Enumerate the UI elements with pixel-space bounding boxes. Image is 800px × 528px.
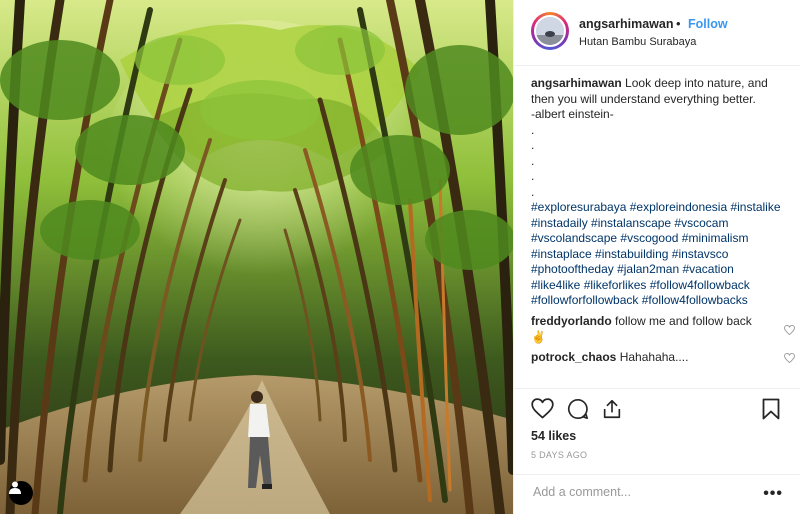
hashtag-line[interactable]: #like4like #likeforlikes #follow4followb… bbox=[531, 278, 793, 294]
hashtag-line[interactable]: #vscolandscape #vscogood #minimalism bbox=[531, 231, 793, 247]
hashtag-line[interactable]: #instadaily #instalanscape #vscocam bbox=[531, 216, 793, 232]
heart-icon[interactable] bbox=[531, 398, 554, 422]
likes-count[interactable]: 54 likes bbox=[531, 429, 576, 443]
comment-item: freddyorlando follow me and follow back … bbox=[531, 314, 795, 345]
follow-button[interactable]: Follow bbox=[688, 17, 728, 31]
caption-dot: . bbox=[531, 153, 535, 168]
victory-hand-emoji: ✌️ bbox=[531, 329, 546, 344]
caption-dot: . bbox=[531, 122, 535, 137]
share-icon[interactable] bbox=[601, 398, 623, 423]
caption-dot: . bbox=[531, 169, 535, 183]
location-link[interactable]: Hutan Bambu Surabaya bbox=[579, 36, 696, 48]
caption-line-2: then you will understand everything bett… bbox=[531, 91, 756, 106]
user-tag-icon[interactable] bbox=[9, 481, 33, 505]
caption-line-1: Look deep into nature, and bbox=[625, 76, 768, 90]
header-separator: • bbox=[676, 16, 681, 31]
comment-username[interactable]: freddyorlando bbox=[531, 314, 612, 328]
comment-text: follow me and follow back bbox=[615, 314, 752, 328]
instagram-post: angsarhimawan • Follow Hutan Bambu Surab… bbox=[0, 0, 800, 514]
hashtag-line[interactable]: #exploresurabaya #exploreindonesia #inst… bbox=[531, 200, 793, 216]
post-date[interactable]: 5 DAYS AGO bbox=[531, 450, 587, 460]
comments-area: angsarhimawan Look deep into nature, and… bbox=[531, 76, 795, 364]
hashtag-line[interactable]: #instaplace #instabuilding #instavsco bbox=[531, 247, 793, 263]
comment-text: Hahahaha.... bbox=[619, 350, 689, 364]
caption: angsarhimawan Look deep into nature, and… bbox=[531, 76, 793, 309]
caption-line-3: -albert einstein- bbox=[531, 107, 614, 121]
comment-item: potrock_chaos Hahahaha.... bbox=[531, 350, 795, 368]
header-username[interactable]: angsarhimawan bbox=[579, 17, 673, 31]
bamboo-forest-image bbox=[0, 0, 513, 514]
comment-icon[interactable] bbox=[567, 398, 589, 423]
caption-dot: . bbox=[531, 138, 535, 152]
bookmark-icon[interactable] bbox=[762, 398, 780, 423]
hashtag-line[interactable]: #photooftheday #jalan2man #vacation bbox=[531, 262, 793, 278]
post-header: angsarhimawan • Follow Hutan Bambu Surab… bbox=[514, 0, 800, 66]
more-options-button[interactable]: ••• bbox=[763, 485, 783, 503]
hashtag-line[interactable]: #followforfollowback #follow4followbacks bbox=[531, 293, 793, 309]
avatar[interactable] bbox=[531, 12, 569, 50]
caption-dot: . bbox=[531, 184, 535, 199]
comment-input[interactable] bbox=[531, 484, 745, 500]
caption-username[interactable]: angsarhimawan bbox=[531, 76, 622, 90]
add-comment-bar: ••• bbox=[514, 474, 800, 514]
post-side-panel: angsarhimawan • Follow Hutan Bambu Surab… bbox=[513, 0, 800, 514]
hashtags: #exploresurabaya #exploreindonesia #inst… bbox=[531, 200, 793, 309]
comment-like-icon[interactable] bbox=[784, 324, 795, 340]
comment-like-icon[interactable] bbox=[784, 352, 795, 368]
comment-username[interactable]: potrock_chaos bbox=[531, 350, 616, 364]
post-photo[interactable] bbox=[0, 0, 513, 514]
